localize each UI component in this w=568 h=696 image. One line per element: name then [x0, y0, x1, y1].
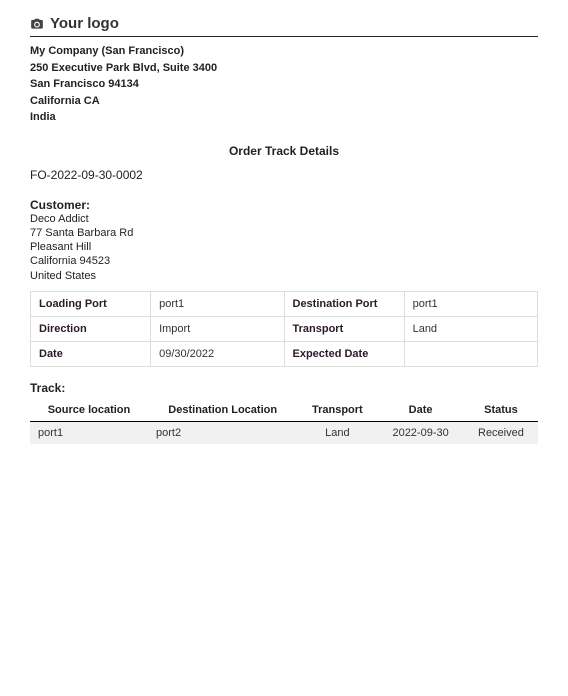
value-direction: Import — [151, 316, 284, 341]
customer-city: Pleasant Hill — [30, 240, 538, 254]
col-source: Source location — [30, 399, 148, 422]
value-expected-date — [404, 341, 537, 366]
value-loading-port: port1 — [151, 291, 284, 316]
company-address: My Company (San Francisco) 250 Executive… — [30, 43, 538, 126]
customer-address: Deco Addict 77 Santa Barbara Rd Pleasant… — [30, 212, 538, 283]
label-transport: Transport — [284, 316, 404, 341]
order-number: FO-2022-09-30-0002 — [30, 168, 538, 182]
col-destination: Destination Location — [148, 399, 297, 422]
col-transport: Transport — [297, 399, 377, 422]
company-state: California CA — [30, 93, 538, 110]
label-destination-port: Destination Port — [284, 291, 404, 316]
col-status: Status — [464, 399, 538, 422]
customer-heading: Customer: — [30, 198, 538, 212]
customer-name: Deco Addict — [30, 212, 538, 226]
cell-destination: port2 — [148, 421, 297, 444]
cell-transport: Land — [297, 421, 377, 444]
table-row: Date 09/30/2022 Expected Date — [31, 341, 538, 366]
company-name: My Company (San Francisco) — [30, 43, 538, 60]
track-heading: Track: — [30, 381, 538, 395]
details-table: Loading Port port1 Destination Port port… — [30, 291, 538, 367]
label-direction: Direction — [31, 316, 151, 341]
company-country: India — [30, 109, 538, 126]
table-row: Direction Import Transport Land — [31, 316, 538, 341]
customer-state-zip: California 94523 — [30, 254, 538, 268]
table-row: Loading Port port1 Destination Port port… — [31, 291, 538, 316]
label-expected-date: Expected Date — [284, 341, 404, 366]
value-transport: Land — [404, 316, 537, 341]
company-street: 250 Executive Park Blvd, Suite 3400 — [30, 60, 538, 77]
track-table: Source location Destination Location Tra… — [30, 399, 538, 444]
cell-source: port1 — [30, 421, 148, 444]
label-loading-port: Loading Port — [31, 291, 151, 316]
customer-country: United States — [30, 269, 538, 283]
label-date: Date — [31, 341, 151, 366]
document-title: Order Track Details — [30, 144, 538, 158]
track-row: port1 port2 Land 2022-09-30 Received — [30, 421, 538, 444]
value-date: 09/30/2022 — [151, 341, 284, 366]
cell-date: 2022-09-30 — [377, 421, 464, 444]
cell-status: Received — [464, 421, 538, 444]
col-date: Date — [377, 399, 464, 422]
company-city-zip: San Francisco 94134 — [30, 76, 538, 93]
track-header-row: Source location Destination Location Tra… — [30, 399, 538, 422]
camera-icon — [30, 17, 44, 31]
header: Your logo — [30, 15, 538, 37]
value-destination-port: port1 — [404, 291, 537, 316]
customer-street: 77 Santa Barbara Rd — [30, 226, 538, 240]
logo-text: Your logo — [50, 15, 119, 32]
